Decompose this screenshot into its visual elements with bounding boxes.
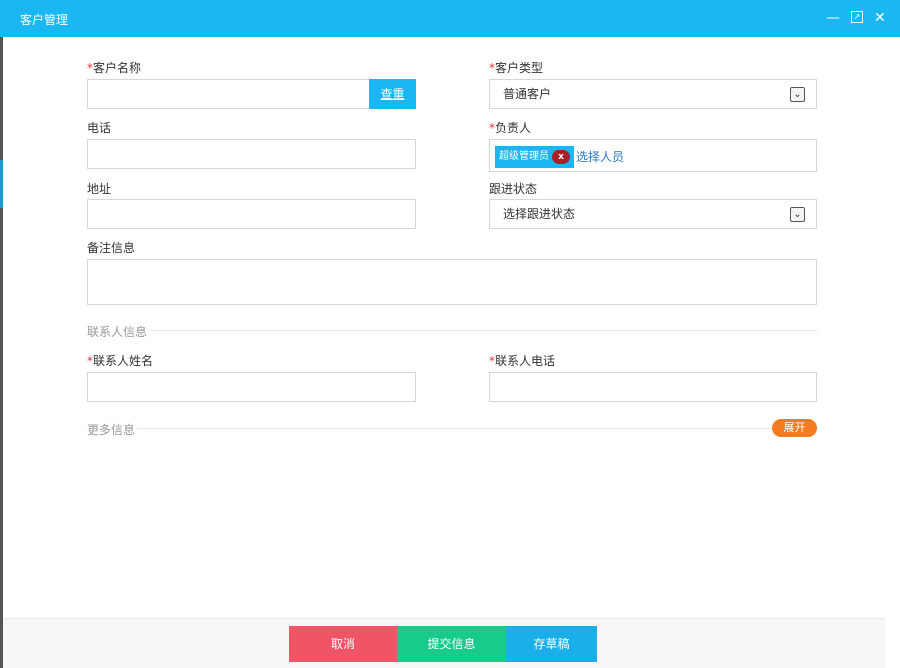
save-draft-button[interactable]: 存草稿 [506,626,597,662]
contact-phone-label: *联系人电话 [489,354,556,368]
owner-field: 超级管理员 x 选择人员 [489,139,817,172]
contact-name-input[interactable] [87,372,416,402]
owner-label: *负责人 [489,121,532,135]
maximize-icon[interactable]: ↗ [851,11,863,23]
address-input[interactable] [87,199,416,229]
submit-button[interactable]: 提交信息 [397,626,506,662]
contact-phone-input[interactable] [489,372,817,402]
customer-name-label: *客户名称 [87,61,142,75]
customer-type-value: 普通客户 [503,87,552,101]
cancel-button[interactable]: 取消 [289,626,397,662]
background-edge [0,37,3,668]
remove-tag-icon[interactable]: x [552,150,570,164]
select-person-link[interactable]: 选择人员 [576,147,624,167]
check-duplicate-button[interactable]: 查重 [369,79,416,109]
chevron-down-icon: ⌄ [790,207,805,222]
section-divider [87,330,817,331]
contact-name-label: *联系人姓名 [87,354,154,368]
background-edge-accent [0,160,3,208]
window-title: 客户管理 [20,13,69,27]
close-icon[interactable]: ✕ [874,9,886,27]
section-divider [87,428,777,429]
owner-tag-label: 超级管理员 [499,151,549,162]
follow-status-label: 跟进状态 [489,182,538,196]
customer-type-select[interactable]: 普通客户 ⌄ [489,79,817,109]
more-info-section-title: 更多信息 [87,421,138,438]
customer-type-label: *客户类型 [489,61,544,75]
contact-section-title: 联系人信息 [87,323,150,340]
address-label: 地址 [87,182,112,196]
owner-tag: 超级管理员 x [495,146,574,168]
remarks-label: 备注信息 [87,241,136,255]
phone-label: 电话 [87,121,112,135]
follow-status-value: 选择跟进状态 [503,207,576,221]
follow-status-select[interactable]: 选择跟进状态 ⌄ [489,199,817,229]
phone-input[interactable] [87,139,416,169]
expand-button[interactable]: 展开 [772,419,817,437]
title-bar [0,0,900,37]
customer-name-input[interactable] [87,79,370,109]
minimize-icon[interactable]: — [826,9,840,27]
remarks-textarea[interactable] [87,259,817,305]
chevron-down-icon: ⌄ [790,87,805,102]
